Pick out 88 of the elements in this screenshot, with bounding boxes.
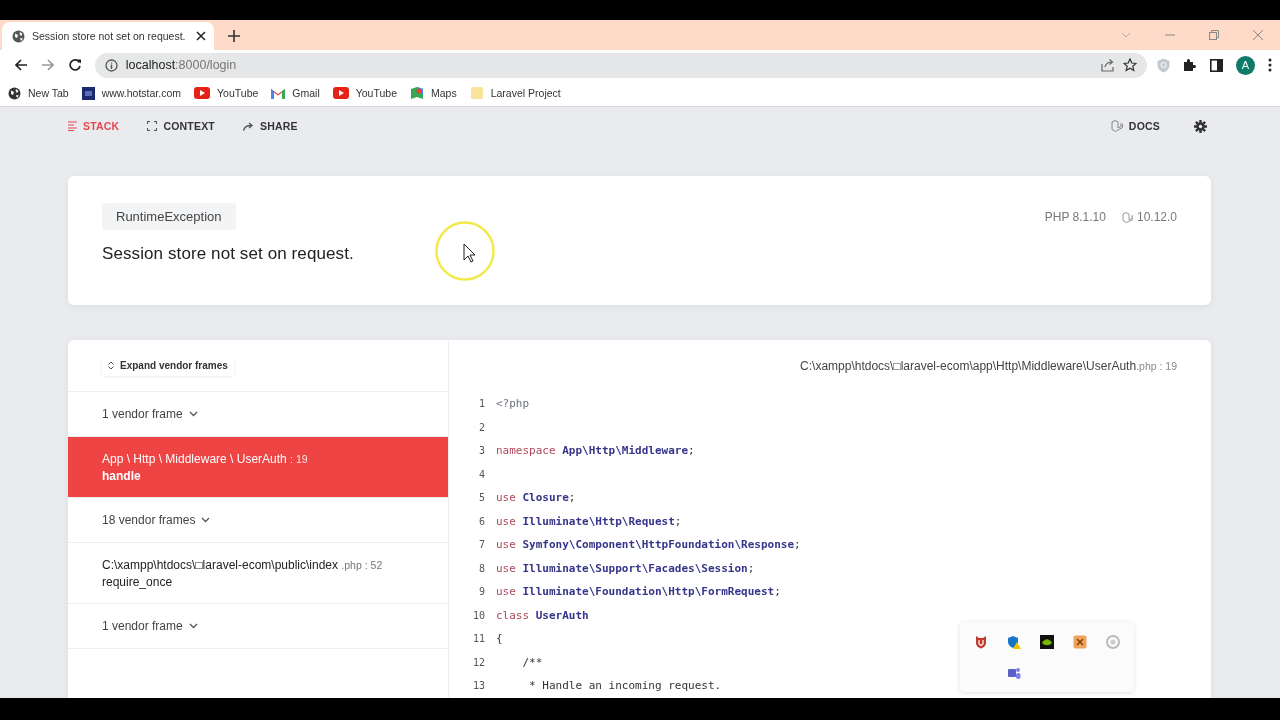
laravel-version: 10.12.0 — [1136, 210, 1177, 224]
sort-arrows-icon — [108, 361, 114, 370]
bookmark[interactable]: New Tab — [8, 86, 69, 100]
file-path: C:\xampp\htdocs\□laravel-ecom\app\Http\Middleware\UserAuth.php : 19 — [799, 358, 1178, 375]
puzzle-icon[interactable] — [1183, 58, 1197, 72]
error-message: Session store not set on request. — [102, 244, 355, 264]
frame-file: App \ Http \ Middleware \ UserAuth : 19 — [102, 451, 309, 466]
code-line: use Illuminate\Support\Facades\Session; — [496, 561, 755, 575]
settings-icon[interactable] — [1194, 119, 1207, 133]
back-arrow-icon[interactable] — [14, 58, 29, 72]
star-icon[interactable] — [1123, 58, 1137, 72]
map-pin-icon[interactable] — [410, 86, 424, 100]
line-number: 10 — [471, 609, 486, 621]
envelope-icon[interactable] — [271, 87, 286, 99]
line-number: 3 — [477, 445, 486, 457]
more-icon[interactable] — [1268, 58, 1272, 72]
vendor-frames-toggle[interactable]: 1 vendor frame — [68, 604, 448, 649]
list-icon — [68, 121, 77, 131]
bookmark[interactable]: YouTube — [194, 87, 259, 99]
line-number: 9 — [477, 586, 486, 598]
frame-count: 18 vendor frames — [102, 513, 196, 527]
bookmark[interactable]: Maps — [410, 86, 457, 100]
frame-count: 1 vendor frame — [102, 619, 183, 633]
stack-frame[interactable]: App \ Http \ Middleware \ UserAuth : 19 handle — [68, 437, 448, 498]
share-icon[interactable] — [1101, 58, 1115, 72]
line-number: 1 — [477, 398, 486, 410]
code-line: use Symfony\Component\HttpFoundation\Response; — [496, 538, 801, 552]
play-logo-icon[interactable] — [332, 87, 349, 99]
code-line: <?php — [496, 397, 530, 411]
profile-avatar[interactable]: A — [1236, 55, 1255, 75]
code-line: /** — [521, 655, 543, 669]
frame-count: 1 vendor frame — [102, 407, 183, 421]
forward-arrow-icon[interactable] — [41, 58, 56, 72]
tab-title: Session store not set on request. — [32, 30, 187, 42]
stack-frame[interactable]: C:\xampp\htdocs\□laravel-ecom\public\index .php : 52 require_once — [68, 543, 448, 604]
frame-file: C:\xampp\htdocs\□laravel-ecom\public\index .php : 52 — [102, 557, 384, 572]
cursor-highlight-icon — [434, 220, 496, 282]
chevron-down-icon — [201, 517, 211, 523]
line-number: 5 — [477, 492, 486, 504]
code-line: class UserAuth — [496, 608, 589, 622]
address-bar[interactable]: localhost:8000/login — [94, 52, 1147, 78]
plus-icon[interactable] — [228, 30, 240, 42]
info-icon — [104, 58, 118, 72]
close-icon[interactable] — [196, 31, 206, 41]
code-line: use Illuminate\Http\Request; — [496, 514, 682, 528]
php-version: PHP 8.1.10 — [1044, 210, 1106, 224]
line-number: 12 — [471, 656, 486, 668]
bookmark[interactable]: Gmail — [271, 87, 320, 99]
code-line: * Handle an incoming request. — [528, 679, 722, 693]
line-number: 11 — [471, 633, 486, 645]
share-arrow-icon — [242, 121, 254, 131]
line-number: 4 — [477, 468, 486, 480]
bookmark[interactable]: Laravel Project — [469, 86, 561, 100]
shield-icon[interactable] — [973, 634, 988, 649]
cross-square-icon[interactable] — [1073, 634, 1088, 649]
nav-tab[interactable]: CONTEXT — [147, 120, 215, 132]
browser-tab[interactable]: Session store not set on request. — [2, 22, 214, 50]
line-number: 7 — [477, 539, 486, 551]
restore-icon[interactable] — [1209, 30, 1219, 40]
frame-corners-icon — [147, 121, 158, 131]
frame-method: handle — [102, 468, 142, 483]
eye-logo-icon[interactable] — [1040, 634, 1054, 649]
line-number: 8 — [477, 562, 486, 574]
bookmark[interactable]: www.hotstar.com — [81, 86, 182, 100]
exception-type: RuntimeException — [102, 203, 236, 230]
reload-icon[interactable] — [68, 58, 83, 72]
docs-link[interactable]: DOCS — [1110, 120, 1160, 132]
bookmark[interactable]: YouTube — [332, 87, 397, 99]
line-number: 13 — [471, 680, 486, 692]
chevron-down-icon — [188, 411, 198, 417]
code-line: { — [496, 632, 503, 646]
shield-warning-icon[interactable] — [1006, 634, 1021, 649]
line-number: 2 — [477, 421, 486, 433]
nav-tab[interactable]: SHARE — [242, 120, 298, 132]
chevron-down-icon — [188, 623, 198, 629]
expand-button[interactable]: Expand vendor frames — [102, 355, 234, 376]
frame-method: require_once — [102, 574, 174, 589]
line-number: 6 — [477, 515, 486, 527]
code-line: use Illuminate\Foundation\Http\FormRequest; — [496, 585, 781, 599]
code-line: use Closure; — [496, 491, 576, 505]
code-line: namespace App\Http\Middleware; — [496, 444, 695, 458]
url-text: localhost:8000/login — [125, 58, 238, 72]
globe-icon[interactable] — [8, 86, 21, 100]
side-panel-icon[interactable] — [1210, 58, 1223, 72]
globe-icon — [12, 29, 25, 43]
play-logo-icon[interactable] — [194, 87, 211, 99]
square-logo-icon[interactable] — [81, 86, 95, 100]
people-icon[interactable] — [1006, 665, 1021, 680]
